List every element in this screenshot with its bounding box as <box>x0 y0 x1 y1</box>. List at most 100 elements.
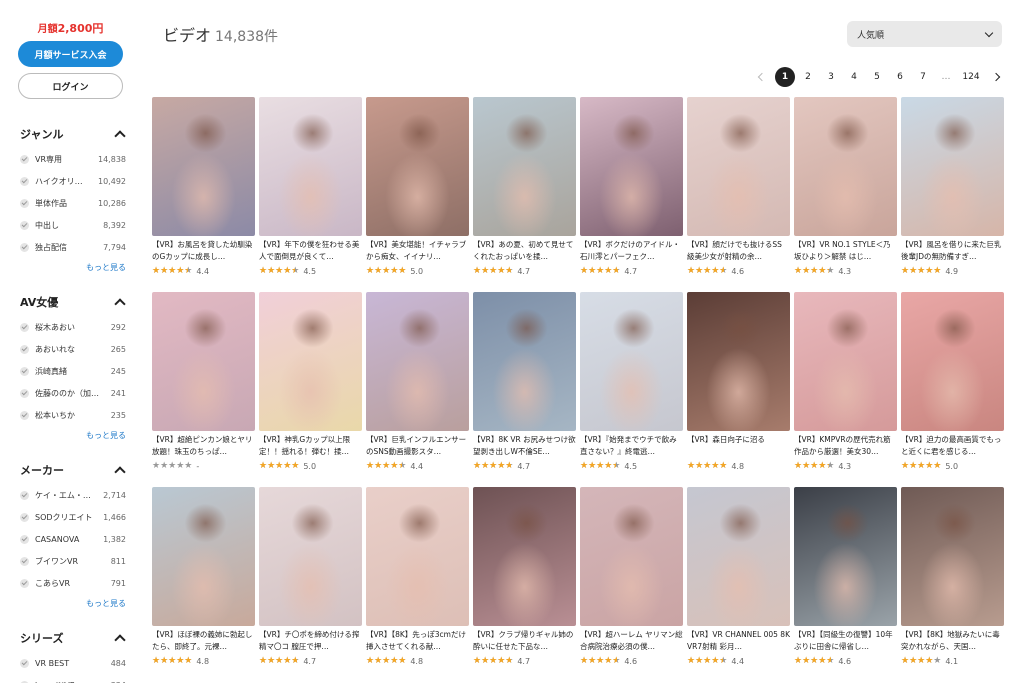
video-title[interactable]: 【VR】クラブ帰りギャル姉の酔いに任せた下品な… <box>473 629 576 653</box>
video-title[interactable]: 【VR】8K VR お尻みせつけ欲望剥き出しW不倫SE… <box>473 434 576 458</box>
video-title[interactable]: 【VR】あの夏、初めて見せてくれたおっぱいを揉… <box>473 239 576 263</box>
video-card[interactable]: 【VR】美女堪能！イチャラブから痴女、イイナリ… ★★★★★ ★★★★★ 5.0 <box>366 97 469 277</box>
video-card[interactable]: 【VR】超ハーレム ヤリマン総合病院治療必須の僕… ★★★★★ ★★★★★ 4.6 <box>580 487 683 667</box>
video-title[interactable]: 【VR】超ハーレム ヤリマン総合病院治療必須の僕… <box>580 629 683 653</box>
video-title[interactable]: 【VR】【同級生の復讐】10年ぶりに田舎に帰省し… <box>794 629 897 653</box>
filter-item[interactable]: SODクリエイト 1,466 <box>20 506 126 528</box>
sort-dropdown[interactable]: 人気順 <box>847 21 1002 47</box>
video-card[interactable]: 【VR】迫力の最高画質でもっと近くに君を感じる… ★★★★★ ★★★★★ 5.0 <box>901 292 1004 472</box>
video-thumbnail[interactable] <box>473 292 576 431</box>
show-more-link[interactable]: もっと見る <box>20 430 126 441</box>
video-title[interactable]: 【VR】ボクだけのアイドル・石川澪とパーフェク… <box>580 239 683 263</box>
video-thumbnail[interactable] <box>794 487 897 626</box>
video-title[interactable]: 【VR】美女堪能！イチャラブから痴女、イイナリ… <box>366 239 469 263</box>
filter-item[interactable]: 独占配信 7,794 <box>20 236 126 258</box>
video-thumbnail[interactable] <box>473 97 576 236</box>
video-card[interactable]: 【VR】チ〇ポを締め付ける搾精マ〇コ 膣圧で押… ★★★★★ ★★★★★ 4.7 <box>259 487 362 667</box>
page-button[interactable]: 1 <box>775 67 795 87</box>
video-title[interactable]: 【VR】チ〇ポを締め付ける搾精マ〇コ 膣圧で押… <box>259 629 362 653</box>
video-thumbnail[interactable] <box>580 97 683 236</box>
video-card[interactable]: 【VR】8K VR お尻みせつけ欲望剥き出しW不倫SE… ★★★★★ ★★★★★ 4.… <box>473 292 576 472</box>
page-button[interactable]: 6 <box>890 67 910 87</box>
filter-item[interactable]: 単体作品 10,286 <box>20 192 126 214</box>
video-card[interactable]: 【VR】森日向子に沼る ★★★★★ ★★★★★ 4.8 <box>687 292 790 472</box>
video-thumbnail[interactable] <box>152 292 255 431</box>
filter-item[interactable]: ケイ・エム・… 2,714 <box>20 484 126 506</box>
video-thumbnail[interactable] <box>794 97 897 236</box>
video-card[interactable]: 【VR】『始発までウチで飲み直さない？』終電逃… ★★★★★★★★★★4.5 <box>580 292 683 472</box>
video-title[interactable]: 【VR】お風呂を貸した幼馴染のGカップに成長し… <box>152 239 255 263</box>
video-thumbnail[interactable] <box>366 97 469 236</box>
video-card[interactable]: 【VR】VR NO.1 STYLE＜乃坂ひより＞解禁 はじ… ★★★★★★★★★★… <box>794 97 897 277</box>
video-title[interactable]: 【VR】【8K】先っぽ3cmだけ挿入させてくれる献… <box>366 629 469 653</box>
video-title[interactable]: 【VR】【8K】地獄みたいに毒突かれながら、天国… <box>901 629 1004 653</box>
video-thumbnail[interactable] <box>687 97 790 236</box>
video-card[interactable]: 【VR】ボクだけのアイドル・石川澪とパーフェク… ★★★★★ ★★★★★ 4.7 <box>580 97 683 277</box>
video-card[interactable]: 【VR】【8K】地獄みたいに毒突かれながら、天国… ★★★★★★★★★★4.1 <box>901 487 1004 667</box>
page-button[interactable]: 7 <box>913 67 933 87</box>
page-button[interactable]: 124 <box>959 67 983 87</box>
page-button[interactable]: 2 <box>798 67 818 87</box>
video-title[interactable]: 【VR】風呂を借りに来た巨乳後輩JDの無防備すぎ… <box>901 239 1004 263</box>
video-thumbnail[interactable] <box>901 292 1004 431</box>
video-card[interactable]: 【VR】年下の僕を狂わせる美人で面倒見が良くて… ★★★★★★★★★★4.5 <box>259 97 362 277</box>
video-thumbnail[interactable] <box>259 487 362 626</box>
video-card[interactable]: 【VR】顔だけでも抜けるSS 級美少女が射精の余… ★★★★★ ★★★★★ 4.6 <box>687 97 790 277</box>
video-thumbnail[interactable] <box>580 487 683 626</box>
video-card[interactable]: 【VR】ほぼ裸の義姉に勃起したら、即終了。元裸… ★★★★★ ★★★★★ 4.8 <box>152 487 255 667</box>
filter-section-header[interactable]: メーカー <box>20 460 126 480</box>
video-thumbnail[interactable] <box>366 487 469 626</box>
video-card[interactable]: 【VR】クラブ帰りギャル姉の酔いに任せた下品な… ★★★★★ ★★★★★ 4.7 <box>473 487 576 667</box>
video-card[interactable]: 【VR】KMPVRの歴代売れ筋作品から厳選！美女30… ★★★★★★★★★★4.3 <box>794 292 897 472</box>
video-thumbnail[interactable] <box>687 487 790 626</box>
video-card[interactable]: 【VR】風呂を借りに来た巨乳後輩JDの無防備すぎ… ★★★★★ ★★★★★ 4.9 <box>901 97 1004 277</box>
video-thumbnail[interactable] <box>259 97 362 236</box>
page-button[interactable]: 5 <box>867 67 887 87</box>
filter-item[interactable]: VR専用 14,838 <box>20 148 126 170</box>
video-card[interactable]: 【VR】神乳Gカップ以上限定！！揺れる！弾む！揉… ★★★★★ ★★★★★ 5.0 <box>259 292 362 472</box>
video-card[interactable]: 【VR】巨乳インフルエンサーのSNS動画撮影スタ… ★★★★★★★★★★4.4 <box>366 292 469 472</box>
filter-item[interactable]: 松本いちか 235 <box>20 404 126 426</box>
video-thumbnail[interactable] <box>152 97 255 236</box>
filter-item[interactable]: ブイワンVR 811 <box>20 550 126 572</box>
video-card[interactable]: 【VR】【同級生の復讐】10年ぶりに田舎に帰省し… ★★★★★ ★★★★★ 4.6 <box>794 487 897 667</box>
video-thumbnail[interactable] <box>473 487 576 626</box>
subscribe-button[interactable]: 月額サービス入会 <box>18 41 123 67</box>
video-title[interactable]: 【VR】森日向子に沼る <box>687 434 790 458</box>
filter-item[interactable]: VR BEST 484 <box>20 652 126 674</box>
filter-item[interactable]: CASANOVA 1,382 <box>20 528 126 550</box>
video-title[interactable]: 【VR】超絶ピンカン娘とヤリ放題！珠玉のちっぱ… <box>152 434 255 458</box>
video-thumbnail[interactable] <box>901 487 1004 626</box>
video-thumbnail[interactable] <box>259 292 362 431</box>
filter-item[interactable]: 桜木あおい 292 <box>20 316 126 338</box>
filter-item[interactable]: ハイクオリ… 10,492 <box>20 170 126 192</box>
video-title[interactable]: 【VR】迫力の最高画質でもっと近くに君を感じる… <box>901 434 1004 458</box>
video-card[interactable]: 【VR】超絶ピンカン娘とヤリ放題！珠玉のちっぱ… ★★★★★★★★★★- <box>152 292 255 472</box>
page-button[interactable]: 3 <box>821 67 841 87</box>
video-title[interactable]: 【VR】ほぼ裸の義姉に勃起したら、即終了。元裸… <box>152 629 255 653</box>
filter-section-header[interactable]: ジャンル <box>20 124 126 144</box>
show-more-link[interactable]: もっと見る <box>20 598 126 609</box>
filter-section-header[interactable]: シリーズ <box>20 628 126 648</box>
next-page-button[interactable] <box>986 67 1006 87</box>
filter-item[interactable]: 佐藤ののか（加… 241 <box>20 382 126 404</box>
video-title[interactable]: 【VR】KMPVRの歴代売れ筋作品から厳選！美女30… <box>794 434 897 458</box>
login-button[interactable]: ログイン <box>18 73 123 99</box>
video-card[interactable]: 【VR】お風呂を貸した幼馴染のGカップに成長し… ★★★★★★★★★★4.4 <box>152 97 255 277</box>
video-title[interactable]: 【VR】巨乳インフルエンサーのSNS動画撮影スタ… <box>366 434 469 458</box>
prev-page-button[interactable] <box>752 67 772 87</box>
video-card[interactable]: 【VR】【8K】先っぽ3cmだけ挿入させてくれる献… ★★★★★ ★★★★★ 4.8 <box>366 487 469 667</box>
video-thumbnail[interactable] <box>794 292 897 431</box>
filter-item[interactable]: 浜崎真緒 245 <box>20 360 126 382</box>
page-button[interactable]: 4 <box>844 67 864 87</box>
video-thumbnail[interactable] <box>901 97 1004 236</box>
video-title[interactable]: 【VR】『始発までウチで飲み直さない？』終電逃… <box>580 434 683 458</box>
video-card[interactable]: 【VR】VR CHANNEL 005 8K VR7射精 彩月… ★★★★★ ★★★★… <box>687 487 790 667</box>
video-card[interactable]: 【VR】あの夏、初めて見せてくれたおっぱいを揉… ★★★★★ ★★★★★ 4.7 <box>473 97 576 277</box>
video-thumbnail[interactable] <box>580 292 683 431</box>
video-thumbnail[interactable] <box>366 292 469 431</box>
video-title[interactable]: 【VR】年下の僕を狂わせる美人で面倒見が良くて… <box>259 239 362 263</box>
video-title[interactable]: 【VR】顔だけでも抜けるSS 級美少女が射精の余… <box>687 239 790 263</box>
video-title[interactable]: 【VR】神乳Gカップ以上限定！！揺れる！弾む！揉… <box>259 434 362 458</box>
filter-item[interactable]: kawaii*VR334 <box>20 674 126 683</box>
